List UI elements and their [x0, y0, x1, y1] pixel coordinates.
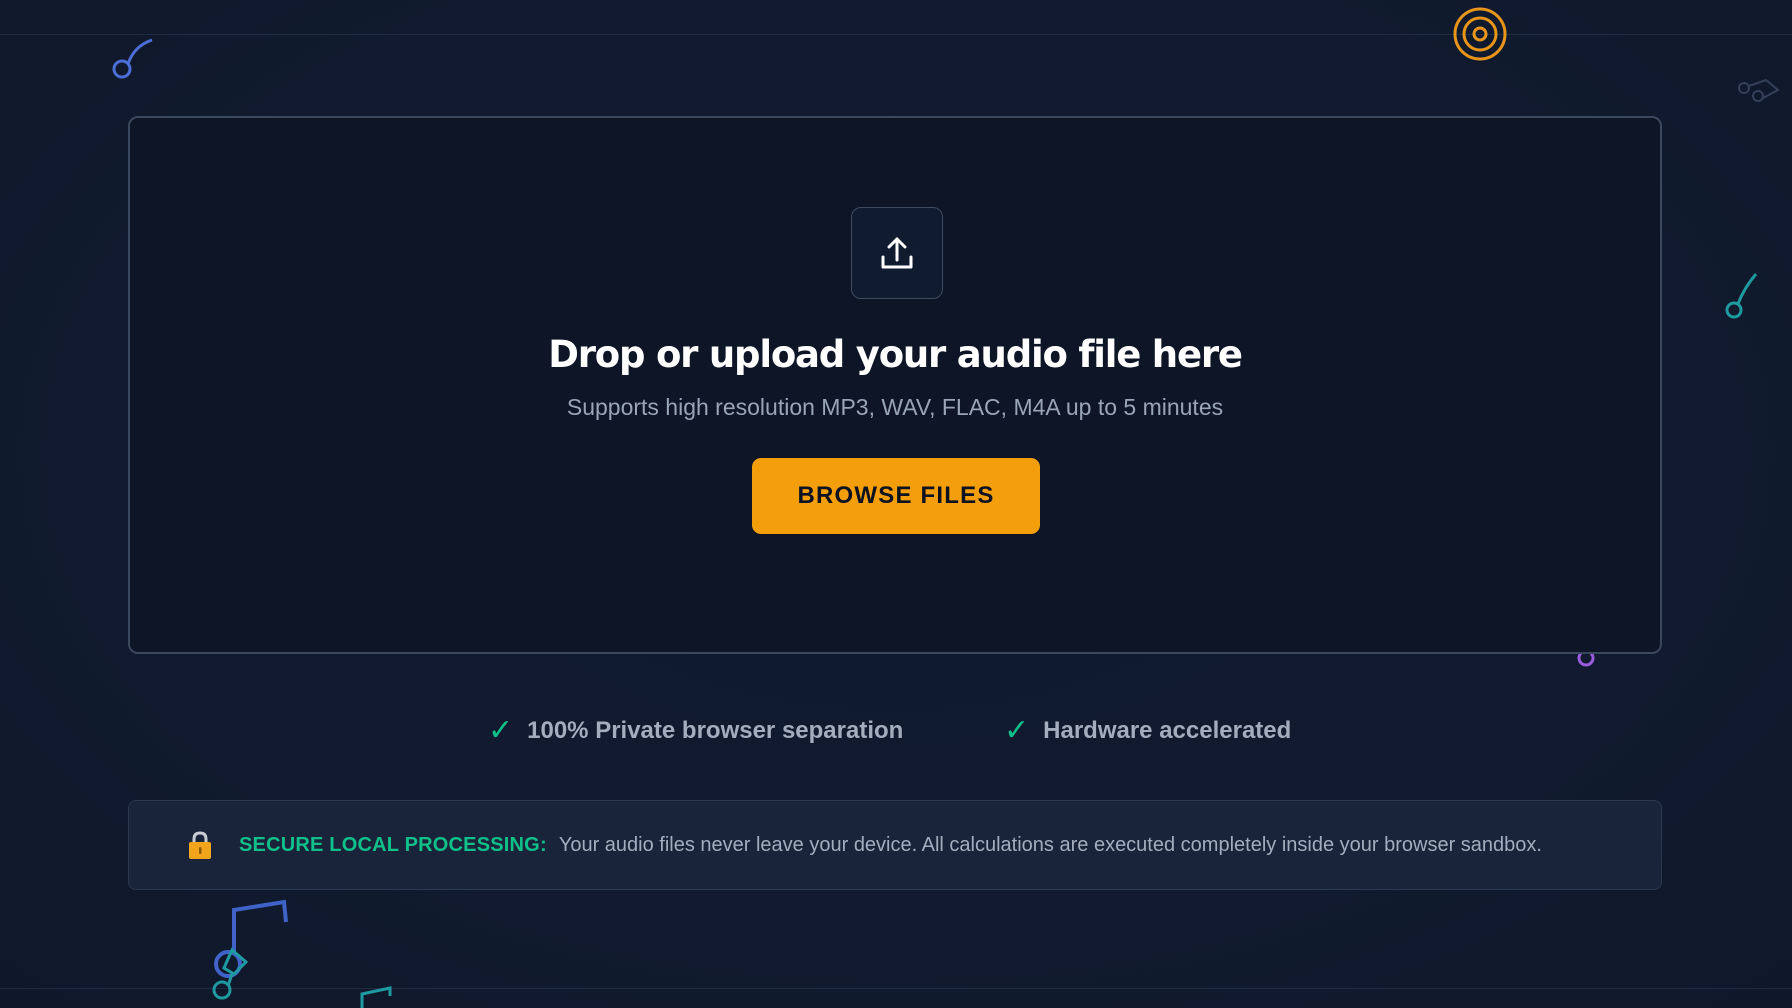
- music-note-icon: [112, 38, 153, 79]
- check-icon: ✓: [1004, 714, 1030, 747]
- feature-hardware: ✓ Hardware accelerated: [1004, 716, 1291, 746]
- music-note-icon: [1738, 78, 1780, 102]
- secure-processing-banner: SECURE LOCAL PROCESSING: Your audio file…: [128, 800, 1662, 890]
- check-icon: ✓: [488, 714, 514, 747]
- upload-icon: [881, 237, 913, 269]
- vinyl-record-icon: [1453, 7, 1507, 61]
- top-divider: [0, 34, 1792, 35]
- music-note-icon: [360, 986, 392, 1008]
- upload-button[interactable]: [851, 207, 943, 299]
- browse-files-button[interactable]: BROWSE FILES: [752, 458, 1040, 534]
- feature-label: Hardware accelerated: [1043, 717, 1292, 744]
- secure-description: Your audio files never leave your device…: [558, 833, 1542, 856]
- file-dropzone[interactable]: Drop or upload your audio file here Supp…: [128, 116, 1662, 654]
- dropzone-subtitle: Supports high resolution MP3, WAV, FLAC,…: [566, 394, 1224, 420]
- music-note-icon: [1725, 273, 1758, 319]
- feature-label: 100% Private browser separation: [527, 717, 904, 744]
- lock-icon: [189, 831, 211, 859]
- music-note-icon: [212, 899, 288, 1000]
- feature-private: ✓ 100% Private browser separation: [488, 716, 903, 746]
- feature-list: ✓ 100% Private browser separation ✓ Hard…: [0, 716, 1792, 750]
- secure-label: SECURE LOCAL PROCESSING:: [239, 833, 547, 856]
- page: Drop or upload your audio file here Supp…: [0, 0, 1792, 1008]
- dropzone-title: Drop or upload your audio file here: [548, 333, 1243, 376]
